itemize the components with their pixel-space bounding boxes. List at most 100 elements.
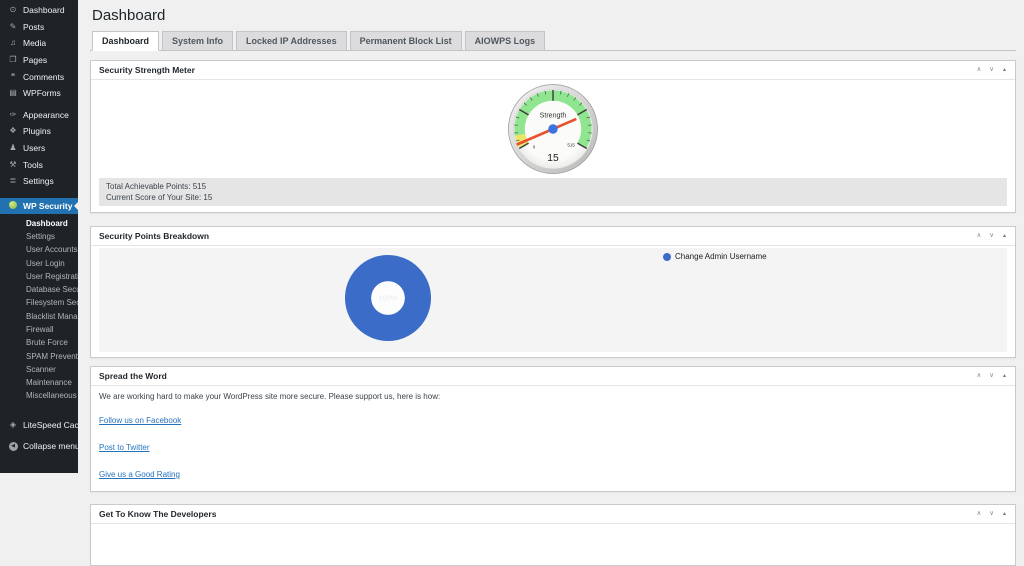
gauge-value: 15 xyxy=(547,153,559,164)
gauge-hub xyxy=(548,124,557,133)
move-down-icon[interactable]: ∨ xyxy=(989,373,994,380)
sidebar-item-litespeed-cache[interactable]: ◈ LiteSpeed Cache xyxy=(0,416,78,433)
submenu-item-maintenance[interactable]: Maintenance xyxy=(0,377,78,390)
sidebar-item-label: Media xyxy=(23,38,46,48)
sidebar-item-appearance[interactable]: ✑ Appearance xyxy=(0,107,78,124)
panel-header: Spread the Word ∧ ∨ ▲ xyxy=(91,367,1015,386)
collapse-menu-button[interactable]: ◀ Collapse menu xyxy=(0,438,78,455)
admin-sidebar: ⊙ Dashboard ✎ Posts ♫ Media ❐ Pages ❝ Co… xyxy=(0,0,78,473)
good-rating-link[interactable]: Give us a Good Rating xyxy=(99,470,180,479)
wp-security-submenu: Dashboard Settings User Accounts User Lo… xyxy=(0,214,78,405)
gauge-container: Strength 0 515 15 xyxy=(91,80,1015,178)
submenu-item-miscellaneous[interactable]: Miscellaneous xyxy=(0,390,78,403)
sidebar-item-label: Pages xyxy=(23,55,47,65)
move-down-icon[interactable]: ∨ xyxy=(989,67,994,74)
tools-icon: ⚒ xyxy=(8,161,18,169)
submenu-item-user-registration[interactable]: User Registration xyxy=(0,270,78,283)
donut-slice-label: 100% xyxy=(379,294,398,303)
move-up-icon[interactable]: ∧ xyxy=(977,373,982,380)
sidebar-item-label: Appearance xyxy=(23,110,69,120)
submenu-item-spam-prevention[interactable]: SPAM Prevention xyxy=(0,350,78,363)
submenu-item-dashboard[interactable]: Dashboard xyxy=(0,217,78,230)
wordpress-admin-dashboard: ⊙ Dashboard ✎ Posts ♫ Media ❐ Pages ❝ Co… xyxy=(0,0,1024,473)
toggle-panel-icon[interactable]: ▲ xyxy=(1002,234,1007,239)
sidebar-item-label: LiteSpeed Cache xyxy=(23,420,88,430)
legend-color-dot xyxy=(663,253,671,261)
plugins-icon: ❖ xyxy=(8,127,18,135)
move-up-icon[interactable]: ∧ xyxy=(977,67,982,74)
move-down-icon[interactable]: ∨ xyxy=(989,233,994,240)
sidebar-item-label: WP Security xyxy=(23,201,72,211)
pages-icon: ❐ xyxy=(8,56,18,64)
collapse-menu-label: Collapse menu xyxy=(23,441,80,451)
submenu-item-brute-force[interactable]: Brute Force xyxy=(0,337,78,350)
litespeed-icon: ◈ xyxy=(8,421,18,429)
current-menu-arrow-icon xyxy=(74,202,78,210)
sidebar-item-media[interactable]: ♫ Media xyxy=(0,35,78,52)
sidebar-item-settings[interactable]: ≣ Settings xyxy=(0,173,78,190)
legend-label: Change Admin Username xyxy=(675,252,767,261)
toggle-panel-icon[interactable]: ▲ xyxy=(1002,68,1007,73)
panel-title: Security Points Breakdown xyxy=(99,231,209,241)
panel-header: Get To Know The Developers ∧ ∨ ▲ xyxy=(91,505,1015,524)
sidebar-item-posts[interactable]: ✎ Posts xyxy=(0,19,78,36)
panel-security-strength-meter: Security Strength Meter ∧ ∨ ▲ xyxy=(90,60,1016,213)
wp-security-shield-icon xyxy=(9,201,17,209)
security-strength-gauge: Strength 0 515 15 xyxy=(506,82,600,176)
post-twitter-link[interactable]: Post to Twitter xyxy=(99,443,150,452)
tab-locked-ip-addresses[interactable]: Locked IP Addresses xyxy=(236,31,347,51)
dashboard-icon: ⊙ xyxy=(8,6,18,14)
panel-title: Spread the Word xyxy=(99,371,167,381)
submenu-item-database-security[interactable]: Database Security xyxy=(0,284,78,297)
breakdown-chart-area: 100% Change Admin Username xyxy=(99,248,1007,352)
sidebar-item-label: WPForms xyxy=(23,88,61,98)
panel-header: Security Points Breakdown ∧ ∨ ▲ xyxy=(91,227,1015,246)
toggle-panel-icon[interactable]: ▲ xyxy=(1002,374,1007,379)
submenu-item-filesystem-security[interactable]: Filesystem Security xyxy=(0,297,78,310)
submenu-item-scanner[interactable]: Scanner xyxy=(0,363,78,376)
sidebar-item-label: Plugins xyxy=(23,126,51,136)
move-down-icon[interactable]: ∨ xyxy=(989,511,994,518)
submenu-item-user-login[interactable]: User Login xyxy=(0,257,78,270)
total-points-text: Total Achievable Points: 515 xyxy=(106,181,1000,192)
tab-permanent-block-list[interactable]: Permanent Block List xyxy=(350,31,462,51)
current-score-text: Current Score of Your Site: 15 xyxy=(106,192,1000,203)
tab-system-info[interactable]: System Info xyxy=(162,31,233,51)
sidebar-item-label: Comments xyxy=(23,72,64,82)
tab-dashboard[interactable]: Dashboard xyxy=(92,31,159,51)
panel-security-points-breakdown: Security Points Breakdown ∧ ∨ ▲ 100% Cha… xyxy=(90,226,1016,358)
gauge-title: Strength xyxy=(540,112,567,119)
posts-icon: ✎ xyxy=(8,23,18,31)
main-content: Dashboard Dashboard System Info Locked I… xyxy=(78,0,1024,473)
sidebar-item-comments[interactable]: ❝ Comments xyxy=(0,68,78,85)
menu-separator xyxy=(0,405,78,416)
sidebar-item-wp-security[interactable]: WP Security xyxy=(0,198,78,215)
sidebar-item-label: Users xyxy=(23,143,45,153)
submenu-item-blacklist-manager[interactable]: Blacklist Manager xyxy=(0,310,78,323)
appearance-icon: ✑ xyxy=(8,111,18,119)
follow-facebook-link[interactable]: Follow us on Facebook xyxy=(99,416,181,425)
sidebar-item-pages[interactable]: ❐ Pages xyxy=(0,52,78,69)
security-points-donut-chart: 100% xyxy=(342,252,434,344)
comments-icon: ❝ xyxy=(8,73,18,81)
submenu-item-firewall[interactable]: Firewall xyxy=(0,324,78,337)
tab-aiowps-logs[interactable]: AIOWPS Logs xyxy=(465,31,546,51)
panel-get-to-know-developers: Get To Know The Developers ∧ ∨ ▲ xyxy=(90,504,1016,566)
sidebar-item-plugins[interactable]: ❖ Plugins xyxy=(0,123,78,140)
sidebar-item-wpforms[interactable]: ▤ WPForms xyxy=(0,85,78,102)
settings-icon: ≣ xyxy=(8,177,18,185)
spread-the-word-body: We are working hard to make your WordPre… xyxy=(91,386,1015,491)
move-up-icon[interactable]: ∧ xyxy=(977,233,982,240)
toggle-panel-icon[interactable]: ▲ xyxy=(1002,512,1007,517)
sidebar-item-users[interactable]: ♟ Users xyxy=(0,140,78,157)
submenu-item-settings[interactable]: Settings xyxy=(0,230,78,243)
gauge-max-label: 515 xyxy=(567,142,575,147)
sidebar-item-dashboard[interactable]: ⊙ Dashboard xyxy=(0,2,78,19)
panel-spread-the-word: Spread the Word ∧ ∨ ▲ We are working har… xyxy=(90,366,1016,492)
submenu-item-user-accounts[interactable]: User Accounts xyxy=(0,244,78,257)
panel-header: Security Strength Meter ∧ ∨ ▲ xyxy=(91,61,1015,80)
media-icon: ♫ xyxy=(8,39,18,47)
move-up-icon[interactable]: ∧ xyxy=(977,511,982,518)
sidebar-item-tools[interactable]: ⚒ Tools xyxy=(0,156,78,173)
spread-intro-text: We are working hard to make your WordPre… xyxy=(99,392,1007,401)
